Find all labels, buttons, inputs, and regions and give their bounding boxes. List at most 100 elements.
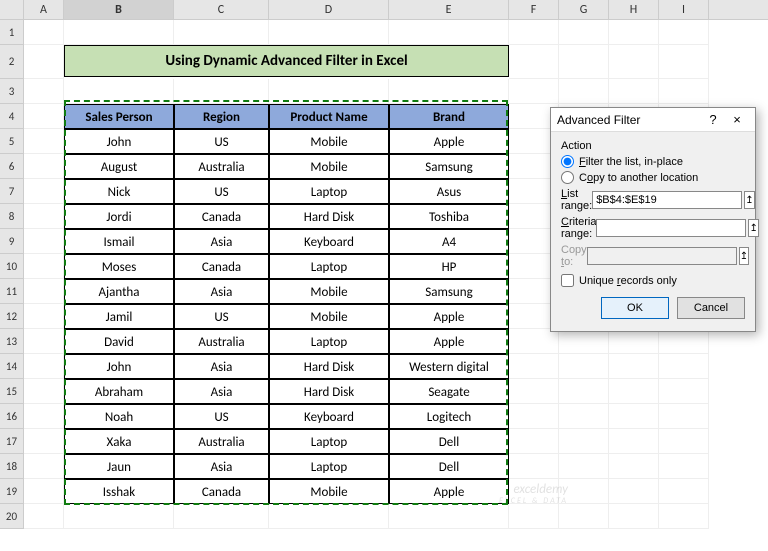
table-cell[interactable]: Keyboard	[269, 229, 389, 254]
col-header-B[interactable]: B	[64, 0, 174, 19]
table-cell[interactable]: David	[64, 329, 174, 354]
table-header[interactable]: Sales Person	[64, 104, 174, 129]
table-cell[interactable]: US	[174, 404, 269, 429]
row-header-11[interactable]: 11	[0, 279, 24, 304]
table-cell[interactable]: Laptop	[269, 179, 389, 204]
table-cell[interactable]: Canada	[174, 479, 269, 504]
table-header[interactable]: Product Name	[269, 104, 389, 129]
row-header-10[interactable]: 10	[0, 254, 24, 279]
table-cell[interactable]: A4	[389, 229, 509, 254]
table-cell[interactable]: Laptop	[269, 254, 389, 279]
table-cell[interactable]: John	[64, 354, 174, 379]
row-header-5[interactable]: 5	[0, 129, 24, 154]
table-header[interactable]: Brand	[389, 104, 509, 129]
table-cell[interactable]: John	[64, 129, 174, 154]
table-cell[interactable]: Hard Disk	[269, 354, 389, 379]
table-cell[interactable]: Asia	[174, 354, 269, 379]
table-cell[interactable]: Asia	[174, 379, 269, 404]
table-cell[interactable]: Asia	[174, 279, 269, 304]
row-header-16[interactable]: 16	[0, 404, 24, 429]
table-cell[interactable]: Western digital	[389, 354, 509, 379]
table-cell[interactable]: Mobile	[269, 479, 389, 504]
table-cell[interactable]: Toshiba	[389, 204, 509, 229]
col-header-I[interactable]: I	[659, 0, 709, 19]
table-cell[interactable]: Mobile	[269, 154, 389, 179]
radio-filter-in-place[interactable]	[561, 155, 574, 168]
table-cell[interactable]: Asia	[174, 454, 269, 479]
row-header-17[interactable]: 17	[0, 429, 24, 454]
col-header-G[interactable]: G	[559, 0, 609, 19]
table-cell[interactable]: Australia	[174, 154, 269, 179]
table-cell[interactable]: Hard Disk	[269, 204, 389, 229]
table-cell[interactable]: Dell	[389, 454, 509, 479]
table-cell[interactable]: Laptop	[269, 329, 389, 354]
table-cell[interactable]: Mobile	[269, 304, 389, 329]
table-cell[interactable]: Isshak	[64, 479, 174, 504]
table-cell[interactable]: Ajantha	[64, 279, 174, 304]
row-header-2[interactable]: 2	[0, 45, 24, 79]
unique-records-checkbox[interactable]	[561, 274, 574, 287]
table-cell[interactable]: Moses	[64, 254, 174, 279]
table-cell[interactable]: Samsung	[389, 154, 509, 179]
col-header-E[interactable]: E	[389, 0, 509, 19]
row-header-19[interactable]: 19	[0, 479, 24, 504]
table-cell[interactable]: Asus	[389, 179, 509, 204]
col-header-H[interactable]: H	[609, 0, 659, 19]
row-header-18[interactable]: 18	[0, 454, 24, 479]
row-header-4[interactable]: 4	[0, 104, 24, 129]
row-header-13[interactable]: 13	[0, 329, 24, 354]
table-cell[interactable]: US	[174, 179, 269, 204]
row-header-6[interactable]: 6	[0, 154, 24, 179]
table-cell[interactable]: Laptop	[269, 454, 389, 479]
table-cell[interactable]: US	[174, 304, 269, 329]
select-all-corner[interactable]	[0, 0, 24, 19]
table-cell[interactable]: Hard Disk	[269, 379, 389, 404]
row-header-8[interactable]: 8	[0, 204, 24, 229]
table-cell[interactable]: Ismail	[64, 229, 174, 254]
row-header-12[interactable]: 12	[0, 304, 24, 329]
table-cell[interactable]: Australia	[174, 329, 269, 354]
dialog-titlebar[interactable]: Advanced Filter ? ×	[551, 108, 755, 132]
table-cell[interactable]: Logitech	[389, 404, 509, 429]
criteria-range-ref-button[interactable]: ↥	[748, 219, 758, 237]
table-cell[interactable]: Abraham	[64, 379, 174, 404]
row-header-20[interactable]: 20	[0, 504, 24, 529]
table-header[interactable]: Region	[174, 104, 269, 129]
list-range-ref-button[interactable]: ↥	[744, 191, 754, 209]
col-header-C[interactable]: C	[174, 0, 269, 19]
table-cell[interactable]: Apple	[389, 329, 509, 354]
table-cell[interactable]: US	[174, 129, 269, 154]
table-cell[interactable]: Xaka	[64, 429, 174, 454]
table-cell[interactable]: Jaun	[64, 454, 174, 479]
table-cell[interactable]: Australia	[174, 429, 269, 454]
row-header-14[interactable]: 14	[0, 354, 24, 379]
table-cell[interactable]: Apple	[389, 479, 509, 504]
table-cell[interactable]: Canada	[174, 204, 269, 229]
col-header-F[interactable]: F	[509, 0, 559, 19]
row-header-9[interactable]: 9	[0, 229, 24, 254]
help-button[interactable]: ?	[701, 112, 725, 127]
table-cell[interactable]: Jamil	[64, 304, 174, 329]
table-cell[interactable]: Asia	[174, 229, 269, 254]
table-cell[interactable]: Jordi	[64, 204, 174, 229]
table-cell[interactable]: Keyboard	[269, 404, 389, 429]
table-cell[interactable]: Apple	[389, 129, 509, 154]
close-button[interactable]: ×	[725, 112, 749, 127]
criteria-range-input[interactable]	[596, 219, 746, 237]
table-cell[interactable]: Samsung	[389, 279, 509, 304]
radio-copy-location[interactable]	[561, 171, 574, 184]
table-cell[interactable]: Laptop	[269, 429, 389, 454]
row-header-7[interactable]: 7	[0, 179, 24, 204]
cancel-button[interactable]: Cancel	[677, 297, 745, 319]
ok-button[interactable]: OK	[601, 297, 669, 319]
col-header-A[interactable]: A	[24, 0, 64, 19]
table-cell[interactable]: Nick	[64, 179, 174, 204]
table-cell[interactable]: Apple	[389, 304, 509, 329]
row-header-1[interactable]: 1	[0, 20, 24, 45]
list-range-input[interactable]	[592, 191, 742, 209]
table-cell[interactable]: Noah	[64, 404, 174, 429]
col-header-D[interactable]: D	[269, 0, 389, 19]
table-cell[interactable]: HP	[389, 254, 509, 279]
row-header-3[interactable]: 3	[0, 79, 24, 104]
table-cell[interactable]: Canada	[174, 254, 269, 279]
